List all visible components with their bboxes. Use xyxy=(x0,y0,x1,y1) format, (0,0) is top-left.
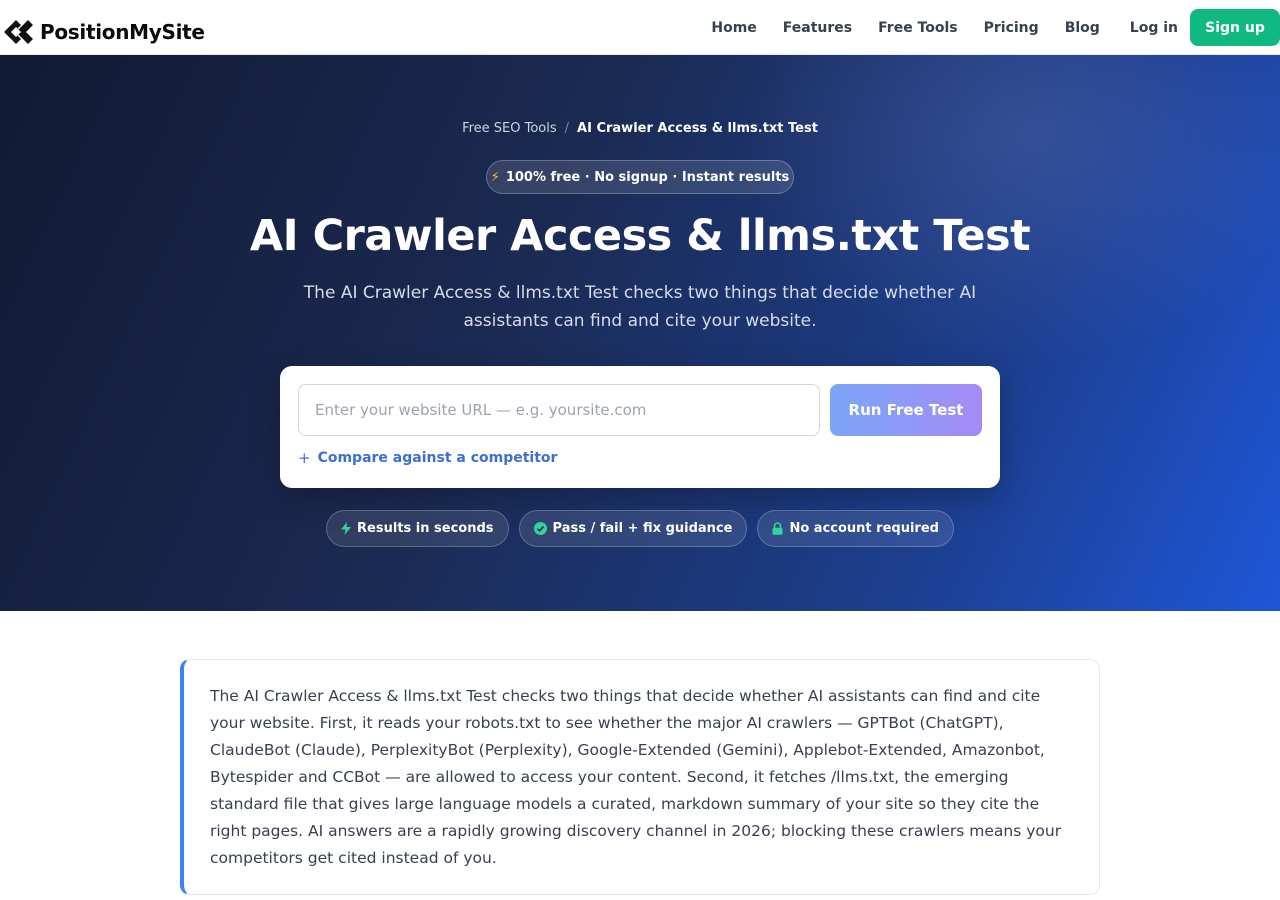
page-title: AI Crawler Access & llms.txt Test xyxy=(249,211,1031,261)
plus-icon: + xyxy=(298,449,311,467)
nav-features[interactable]: Features xyxy=(783,20,852,36)
compare-competitor-label: Compare against a competitor xyxy=(317,450,558,466)
nav-home[interactable]: Home xyxy=(711,20,756,36)
feature-label: Pass / fail + fix guidance xyxy=(552,521,733,536)
logo[interactable]: PositionMySite xyxy=(2,17,205,47)
check-circle-icon xyxy=(533,522,547,535)
nav-pricing[interactable]: Pricing xyxy=(984,20,1039,36)
logo-mark-icon xyxy=(4,20,33,44)
intro-text: The AI Crawler Access & llms.txt Test ch… xyxy=(210,687,1062,867)
nav-free-tools[interactable]: Free Tools xyxy=(878,20,958,36)
feature-badge-guidance: Pass / fail + fix guidance xyxy=(518,510,748,547)
breadcrumb-separator: / xyxy=(564,121,570,136)
free-badge: ⚡ 100% free · No signup · Instant result… xyxy=(486,160,794,194)
bolt-icon xyxy=(341,522,352,535)
site-header: PositionMySite Home Features Free Tools … xyxy=(0,0,1280,55)
signup-button[interactable]: Sign up xyxy=(1190,9,1280,46)
breadcrumb: Free SEO Tools / AI Crawler Access & llms.… xyxy=(0,121,1280,136)
main-nav: Home Features Free Tools Pricing Blog Lo… xyxy=(711,0,1280,55)
feature-badge-no-account: No account required xyxy=(757,510,954,547)
feature-badge-speed: Results in seconds xyxy=(326,510,509,547)
lock-icon xyxy=(772,522,783,535)
compare-competitor-link[interactable]: + Compare against a competitor xyxy=(298,449,557,467)
logo-text: PositionMySite xyxy=(40,20,205,44)
nav-blog[interactable]: Blog xyxy=(1065,20,1100,36)
bolt-icon: ⚡ xyxy=(490,169,500,185)
feature-label: Results in seconds xyxy=(357,521,494,536)
feature-label: No account required xyxy=(789,521,939,536)
hero-section: Free SEO Tools / AI Crawler Access & llms.… xyxy=(0,55,1280,611)
website-url-input[interactable] xyxy=(298,384,820,436)
page-subtitle: The AI Crawler Access & llms.txt Test ch… xyxy=(303,283,977,331)
run-test-button[interactable]: Run Free Test xyxy=(830,384,982,436)
free-badge-text: 100% free · No signup · Instant results xyxy=(505,169,790,185)
test-form-card: Run Free Test + Compare against a compet… xyxy=(280,366,1000,488)
breadcrumb-current: AI Crawler Access & llms.txt Test xyxy=(577,121,818,136)
login-link[interactable]: Log in xyxy=(1130,20,1178,36)
breadcrumb-parent[interactable]: Free SEO Tools xyxy=(462,121,557,136)
intro-description: The AI Crawler Access & llms.txt Test ch… xyxy=(180,659,1100,895)
feature-badges: Results in seconds Pass / fail + fix gui… xyxy=(0,510,1280,547)
